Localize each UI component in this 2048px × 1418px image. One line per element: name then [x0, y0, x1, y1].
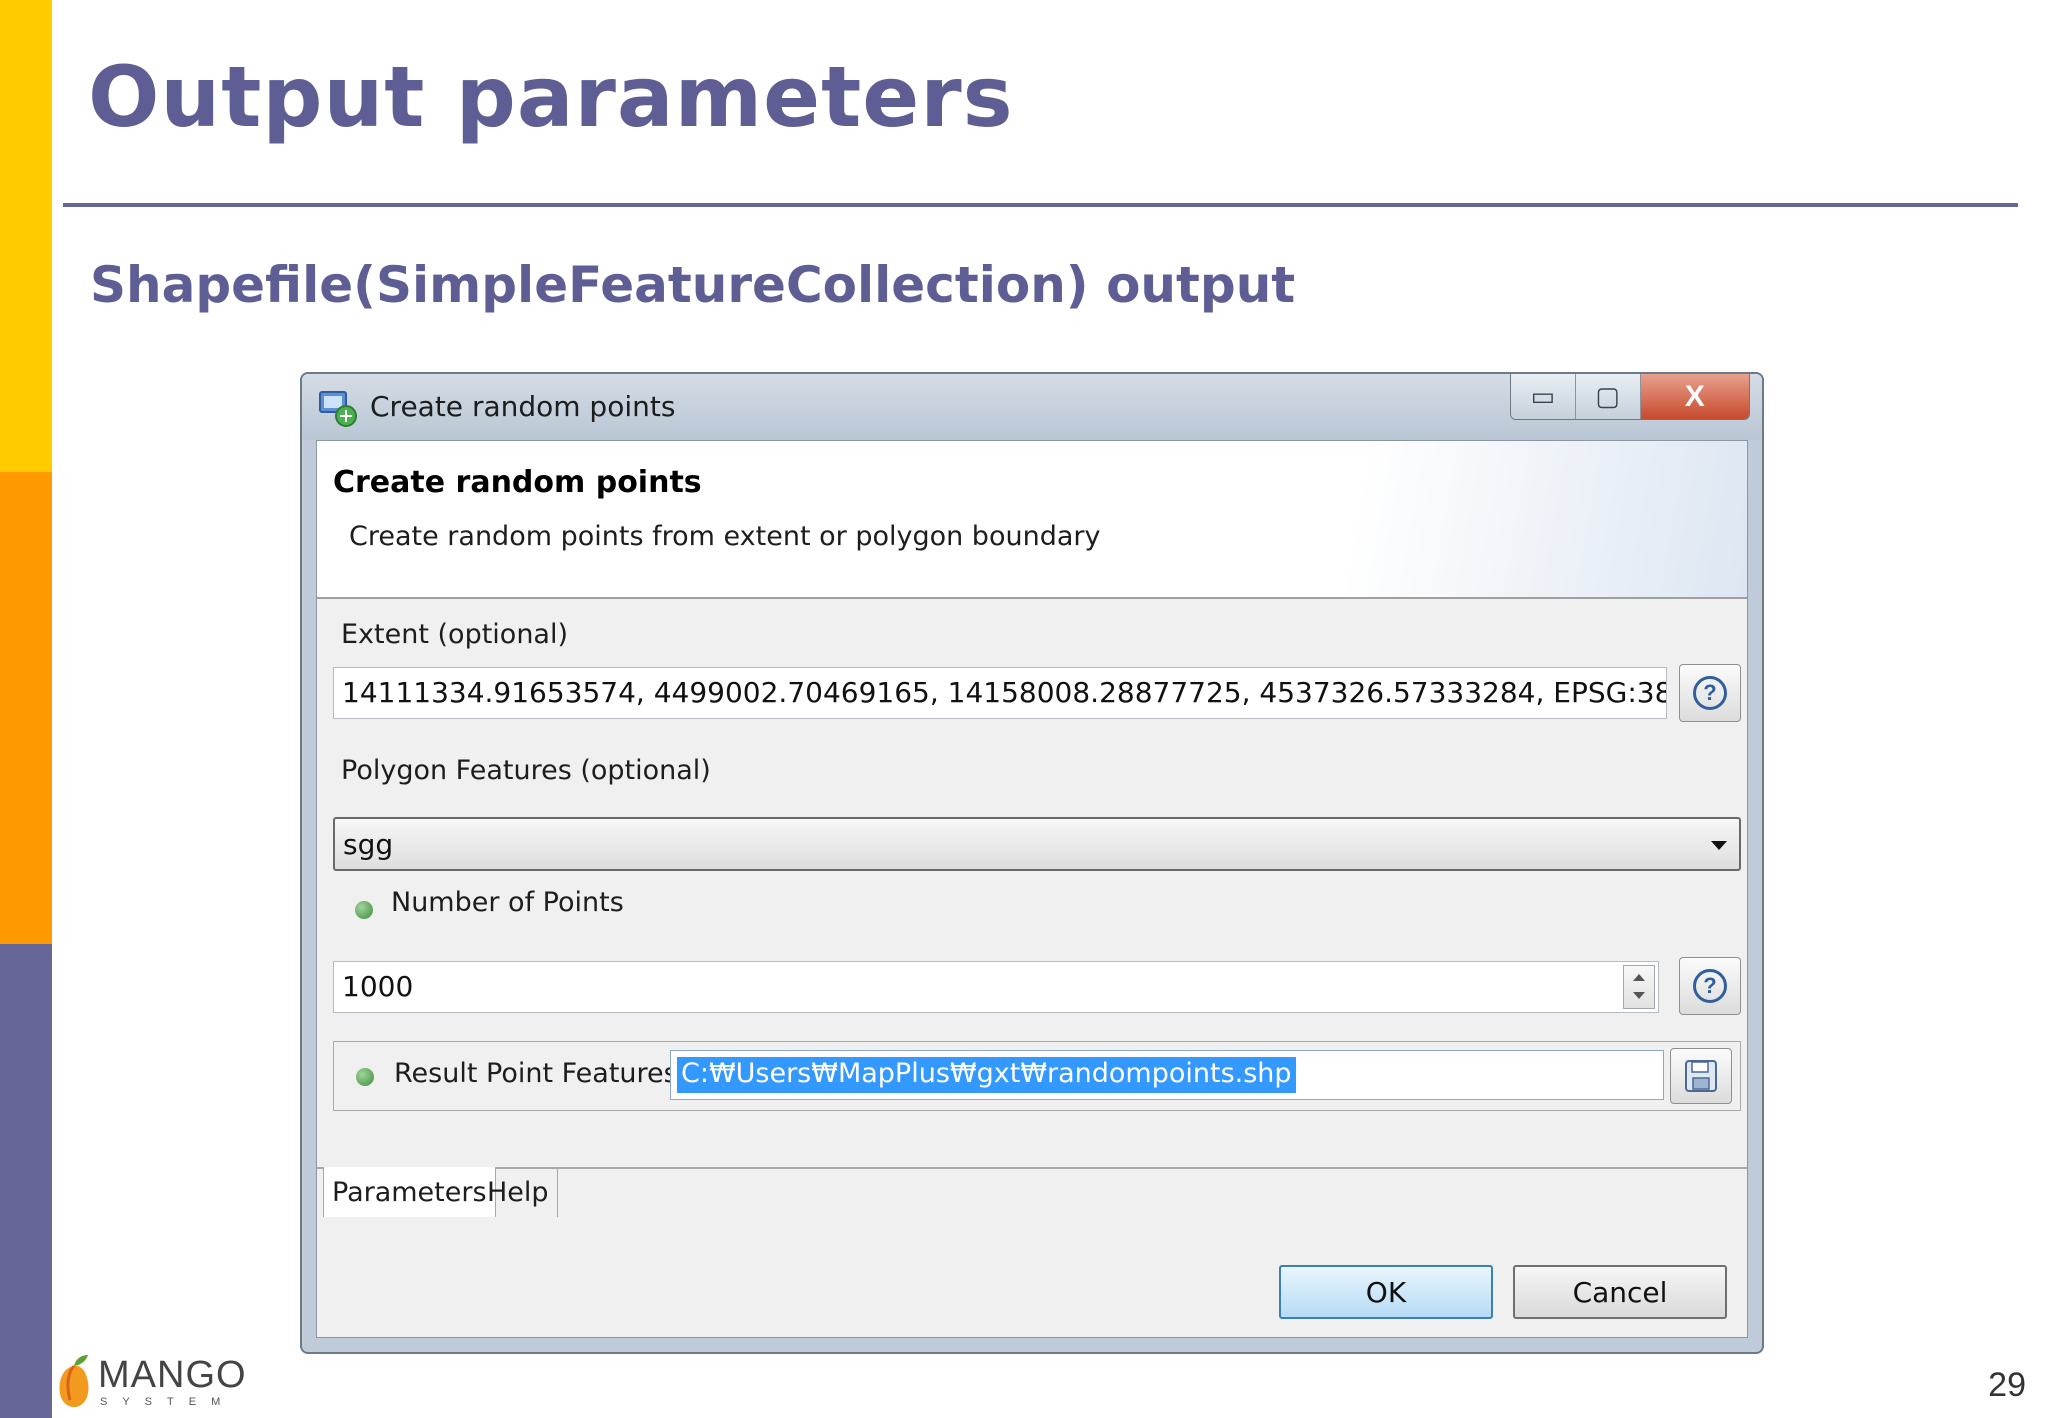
slide-title: Output parameters	[88, 48, 1014, 146]
result-point-features-row: Result Point Features C:₩Users₩MapPlus₩g…	[333, 1041, 1741, 1111]
required-dot-icon	[355, 901, 373, 919]
window-titlebar[interactable]: Create random points ▭ ▢ X	[302, 374, 1762, 440]
ok-button[interactable]: OK	[1279, 1265, 1493, 1319]
tab-parameters[interactable]: Parameters	[323, 1167, 496, 1217]
slide-subtitle: Shapefile(SimpleFeatureCollection) outpu…	[90, 256, 1296, 314]
extent-help-button[interactable]: ?	[1679, 664, 1741, 722]
mango-system-logo: MANGO SYSTEM	[56, 1352, 246, 1412]
number-of-points-spinner[interactable]	[1623, 965, 1655, 1009]
page-number: 29	[1988, 1366, 2026, 1404]
mango-icon	[59, 1355, 89, 1408]
minimize-button[interactable]: ▭	[1511, 374, 1576, 419]
tab-help[interactable]: Help	[479, 1167, 558, 1217]
cancel-button[interactable]: Cancel	[1513, 1265, 1727, 1319]
chevron-down-icon	[1711, 841, 1727, 850]
help-icon: ?	[1693, 969, 1727, 1003]
app-icon	[319, 391, 357, 427]
header-description: Create random points from extent or poly…	[349, 521, 1101, 552]
logo-subtext: SYSTEM	[100, 1396, 236, 1408]
result-path-selection: C:₩Users₩MapPlus₩gxt₩randompoints.shp	[677, 1057, 1296, 1093]
window-title: Create random points	[370, 390, 676, 423]
extent-label: Extent (optional)	[341, 619, 569, 650]
side-bar-purple	[0, 944, 52, 1418]
spin-down-icon[interactable]	[1633, 992, 1645, 999]
title-divider	[63, 203, 2018, 207]
polygon-features-label: Polygon Features (optional)	[341, 755, 711, 786]
result-point-features-label: Result Point Features	[394, 1058, 678, 1089]
create-random-points-dialog: Create random points ▭ ▢ X Create random…	[300, 372, 1764, 1354]
tab-strip: Parameters Help	[317, 1167, 1747, 1217]
number-of-points-label: Number of Points	[391, 887, 624, 918]
maximize-button[interactable]: ▢	[1575, 374, 1641, 419]
polygon-features-value: sgg	[343, 828, 394, 861]
close-button[interactable]: X	[1640, 374, 1749, 419]
dialog-client-area: Create random points Create random point…	[316, 440, 1748, 1338]
floppy-disk-icon	[1685, 1060, 1717, 1092]
number-of-points-input[interactable]: 1000	[333, 961, 1659, 1013]
side-bar-orange	[0, 472, 52, 944]
header-title: Create random points	[333, 465, 702, 500]
number-of-points-help-button[interactable]: ?	[1679, 957, 1741, 1015]
result-point-features-input[interactable]: C:₩Users₩MapPlus₩gxt₩randompoints.shp	[670, 1050, 1664, 1100]
logo-text: MANGO	[98, 1354, 247, 1396]
window-controls: ▭ ▢ X	[1510, 374, 1750, 420]
polygon-features-select[interactable]: sgg	[333, 817, 1741, 871]
help-icon: ?	[1693, 676, 1727, 710]
dialog-header: Create random points Create random point…	[317, 441, 1747, 599]
save-file-button[interactable]	[1670, 1048, 1732, 1104]
extent-input[interactable]: 14111334.91653574, 4499002.70469165, 141…	[333, 667, 1667, 719]
spin-up-icon[interactable]	[1633, 974, 1645, 981]
required-dot-icon	[356, 1068, 374, 1086]
side-bar-yellow	[0, 0, 52, 472]
